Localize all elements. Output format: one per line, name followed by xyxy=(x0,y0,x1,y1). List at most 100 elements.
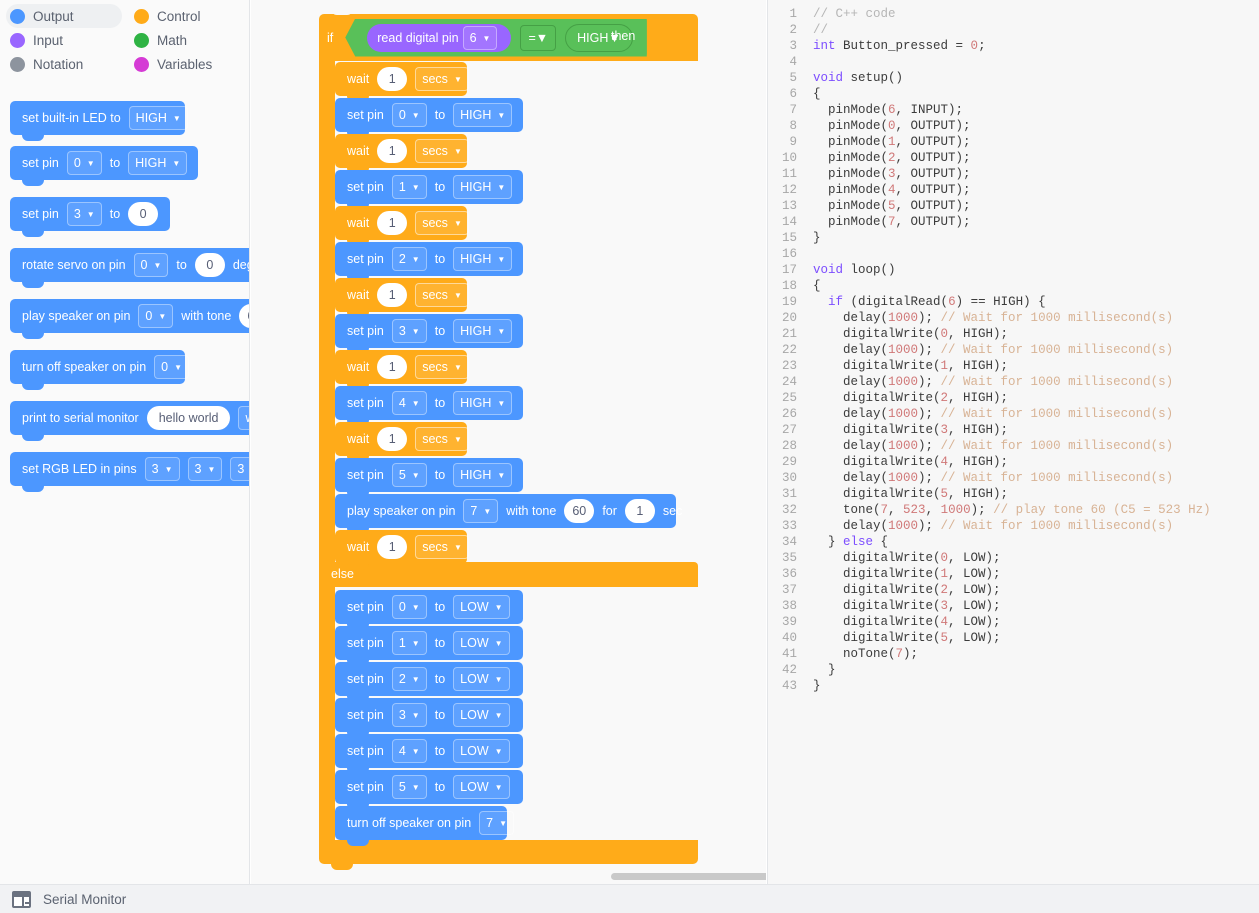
play-speaker-tone-input[interactable]: 60 xyxy=(564,499,594,523)
set-pin-number-dropdown[interactable]: 0▼ xyxy=(392,595,427,619)
wait-unit-dropdown[interactable]: secs▼ xyxy=(415,67,469,91)
wait-duration-input[interactable]: 1 xyxy=(377,67,407,91)
wait-unit-dropdown[interactable]: secs▼ xyxy=(415,283,469,307)
palette-block-rotate-servo[interactable]: rotate servo on pin0▼to0degre xyxy=(10,248,250,282)
set-pin-number-dropdown[interactable]: 4▼ xyxy=(392,391,427,415)
set-pin-state-dropdown[interactable]: LOW▼ xyxy=(453,595,509,619)
workspace-horizontal-scrollbar[interactable] xyxy=(611,873,766,880)
set-pin-number-dropdown[interactable]: 4▼ xyxy=(392,739,427,763)
palette-block-set-builtin-led[interactable]: set built-in LED toHIGH▼ xyxy=(10,101,185,135)
palette-set-pin-digital-dropdown-1[interactable]: 0▼ xyxy=(67,151,102,175)
palette-rotate-servo-value[interactable]: 0 xyxy=(195,253,225,277)
workspace-block-turn-off-speaker[interactable]: turn off speaker on pin7▼ xyxy=(335,806,507,840)
set-pin-number-dropdown[interactable]: 2▼ xyxy=(392,667,427,691)
palette-block-play-speaker[interactable]: play speaker on pin0▼with tone60 xyxy=(10,299,250,333)
palette-block-print-serial[interactable]: print to serial monitorhello worldwith xyxy=(10,401,250,435)
workspace-block-set-pin[interactable]: set pin0▼toLOW▼ xyxy=(335,590,523,624)
palette-rotate-servo-dropdown-1[interactable]: 0▼ xyxy=(134,253,169,277)
wait-unit-dropdown[interactable]: secs▼ xyxy=(415,139,469,163)
wait-duration-input[interactable]: 1 xyxy=(377,355,407,379)
workspace-block-wait[interactable]: wait1secs▼ xyxy=(335,530,467,564)
set-pin-state-dropdown[interactable]: LOW▼ xyxy=(453,631,509,655)
set-pin-state-dropdown[interactable]: HIGH▼ xyxy=(453,247,512,271)
category-control[interactable]: Control xyxy=(130,4,246,28)
workspace-block-wait[interactable]: wait1secs▼ xyxy=(335,422,467,456)
set-pin-number-dropdown[interactable]: 1▼ xyxy=(392,175,427,199)
workspace-block-play-speaker[interactable]: play speaker on pin7▼with tone60for1sec xyxy=(335,494,676,528)
set-pin-number-dropdown[interactable]: 3▼ xyxy=(392,703,427,727)
palette-print-serial-text[interactable]: hello world xyxy=(147,406,231,430)
workspace-block-set-pin[interactable]: set pin1▼toLOW▼ xyxy=(335,626,523,660)
category-input[interactable]: Input xyxy=(6,28,122,52)
set-pin-state-dropdown[interactable]: HIGH▼ xyxy=(453,391,512,415)
palette-block-turn-off-speaker[interactable]: turn off speaker on pin0▼ xyxy=(10,350,185,384)
palette-set-rgb-led-dropdown-2[interactable]: 3▼ xyxy=(188,457,223,481)
palette-set-pin-digital-dropdown-2[interactable]: HIGH▼ xyxy=(128,151,187,175)
serial-monitor-label[interactable]: Serial Monitor xyxy=(43,892,126,907)
set-pin-number-dropdown[interactable]: 2▼ xyxy=(392,247,427,271)
set-pin-number-dropdown[interactable]: 0▼ xyxy=(392,103,427,127)
workspace-block-set-pin[interactable]: set pin0▼toHIGH▼ xyxy=(335,98,523,132)
workspace-block-set-pin[interactable]: set pin4▼toLOW▼ xyxy=(335,734,523,768)
workspace-block-set-pin[interactable]: set pin2▼toHIGH▼ xyxy=(335,242,523,276)
wait-unit-dropdown[interactable]: secs▼ xyxy=(415,355,469,379)
workspace-block-wait[interactable]: wait1secs▼ xyxy=(335,278,467,312)
wait-unit-dropdown[interactable]: secs▼ xyxy=(415,535,469,559)
set-pin-number-dropdown[interactable]: 1▼ xyxy=(392,631,427,655)
if-else-block-header[interactable]: if read digital pin 6 ▼ = ▼ HIGH xyxy=(319,14,698,61)
workspace-block-set-pin[interactable]: set pin1▼toHIGH▼ xyxy=(335,170,523,204)
wait-duration-input[interactable]: 1 xyxy=(377,211,407,235)
category-notation[interactable]: Notation xyxy=(6,52,122,76)
palette-play-speaker-dropdown-1[interactable]: 0▼ xyxy=(138,304,173,328)
workspace-block-set-pin[interactable]: set pin3▼toLOW▼ xyxy=(335,698,523,732)
play-speaker-duration-input[interactable]: 1 xyxy=(625,499,655,523)
set-pin-state-dropdown[interactable]: HIGH▼ xyxy=(453,175,512,199)
category-output[interactable]: Output xyxy=(6,4,122,28)
palette-block-set-rgb-led[interactable]: set RGB LED in pins3▼3▼3▼ xyxy=(10,452,250,486)
set-pin-state-dropdown[interactable]: HIGH▼ xyxy=(453,463,512,487)
comparison-operator-dropdown[interactable]: = ▼ xyxy=(520,25,556,51)
palette-set-builtin-led-dropdown-1[interactable]: HIGH▼ xyxy=(129,106,188,130)
turn-off-speaker-pin-dropdown[interactable]: 7▼ xyxy=(479,811,514,835)
set-pin-number-dropdown[interactable]: 3▼ xyxy=(392,319,427,343)
set-pin-number-dropdown[interactable]: 5▼ xyxy=(392,463,427,487)
code-text-area[interactable]: // C++ code//int Button_pressed = 0; voi… xyxy=(813,6,1259,694)
read-digital-pin-block[interactable]: read digital pin 6 ▼ xyxy=(367,24,511,52)
set-pin-state-dropdown[interactable]: HIGH▼ xyxy=(453,319,512,343)
set-pin-state-dropdown[interactable]: LOW▼ xyxy=(453,739,509,763)
workspace-block-wait[interactable]: wait1secs▼ xyxy=(335,206,467,240)
generated-code-panel[interactable]: 1234567891011121314151617181920212223242… xyxy=(767,0,1259,884)
palette-block-set-pin-digital[interactable]: set pin0▼toHIGH▼ xyxy=(10,146,198,180)
set-pin-state-dropdown[interactable]: HIGH▼ xyxy=(453,103,512,127)
wait-unit-dropdown[interactable]: secs▼ xyxy=(415,211,469,235)
workspace-block-wait[interactable]: wait1secs▼ xyxy=(335,62,467,96)
set-pin-state-dropdown[interactable]: LOW▼ xyxy=(453,667,509,691)
workspace-block-set-pin[interactable]: set pin5▼toLOW▼ xyxy=(335,770,523,804)
play-speaker-pin-dropdown[interactable]: 7▼ xyxy=(463,499,498,523)
wait-duration-input[interactable]: 1 xyxy=(377,283,407,307)
read-pin-dropdown[interactable]: 6 ▼ xyxy=(463,26,498,50)
blocks-workspace[interactable]: else if read digital pin 6 ▼ = ▼ xyxy=(251,0,766,884)
wait-duration-input[interactable]: 1 xyxy=(377,427,407,451)
palette-block-set-pin-analog[interactable]: set pin3▼to0 xyxy=(10,197,170,231)
palette-play-speaker-value[interactable]: 60 xyxy=(239,304,250,328)
wait-unit-dropdown[interactable]: secs▼ xyxy=(415,427,469,451)
set-pin-state-dropdown[interactable]: LOW▼ xyxy=(453,703,509,727)
wait-duration-input[interactable]: 1 xyxy=(377,535,407,559)
workspace-block-set-pin[interactable]: set pin5▼toHIGH▼ xyxy=(335,458,523,492)
workspace-block-set-pin[interactable]: set pin4▼toHIGH▼ xyxy=(335,386,523,420)
workspace-block-wait[interactable]: wait1secs▼ xyxy=(335,350,467,384)
set-pin-number-dropdown[interactable]: 5▼ xyxy=(392,775,427,799)
palette-set-pin-analog-dropdown-1[interactable]: 3▼ xyxy=(67,202,102,226)
workspace-block-set-pin[interactable]: set pin3▼toHIGH▼ xyxy=(335,314,523,348)
category-math[interactable]: Math xyxy=(130,28,246,52)
category-variables[interactable]: Variables xyxy=(130,52,246,76)
workspace-block-set-pin[interactable]: set pin2▼toLOW▼ xyxy=(335,662,523,696)
palette-set-rgb-led-dropdown-3[interactable]: 3▼ xyxy=(230,457,250,481)
set-pin-state-dropdown[interactable]: LOW▼ xyxy=(453,775,509,799)
workspace-block-wait[interactable]: wait1secs▼ xyxy=(335,134,467,168)
condition-hex-block[interactable]: read digital pin 6 ▼ = ▼ HIGH ▼ xyxy=(345,19,647,57)
palette-set-pin-analog-value[interactable]: 0 xyxy=(128,202,158,226)
palette-set-rgb-led-dropdown-1[interactable]: 3▼ xyxy=(145,457,180,481)
palette-turn-off-speaker-dropdown-1[interactable]: 0▼ xyxy=(154,355,189,379)
